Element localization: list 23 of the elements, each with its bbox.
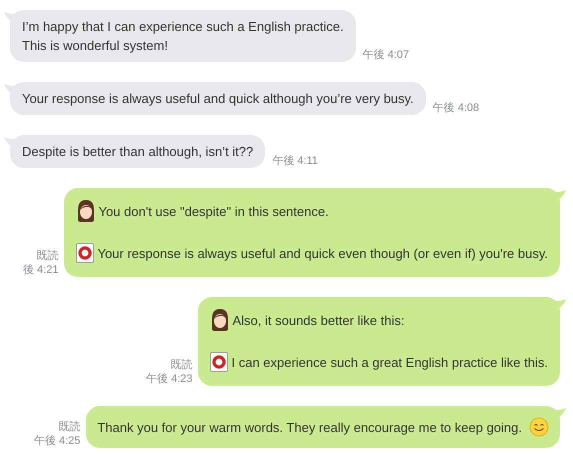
message-text: This is wonderful system! <box>22 38 168 53</box>
message-text: You don't use "despite" in this sentence. <box>98 202 329 220</box>
circle-mark-icon <box>210 352 228 372</box>
message-time: 午後 4:08 <box>432 101 480 115</box>
message-text: I can experience such a great English practice like this. <box>231 354 548 372</box>
message-time: 後 4:21 <box>23 263 58 277</box>
circle-mark-icon <box>76 243 94 263</box>
message-time: 午後 4:07 <box>362 48 410 62</box>
message-text: Your response is always useful and quick although you’re very busy. <box>22 91 414 106</box>
message-text: Your response is always useful and quick even though (or even if) you're busy. <box>97 244 548 262</box>
read-receipt: 既読 <box>36 249 58 263</box>
read-receipt: 既読 <box>58 420 80 434</box>
message-text: Thank you for your warm words. They really encourage me to keep going. <box>97 418 522 436</box>
message-time: 午後 4:11 <box>272 154 318 168</box>
woman-avatar-icon <box>210 308 230 332</box>
message-text: I’m happy that I can experience such a English practice. <box>22 19 344 34</box>
message-time: 午後 4:25 <box>34 434 80 448</box>
message-time: 午後 4:23 <box>146 372 192 386</box>
smiley-icon <box>529 417 549 437</box>
message-text: Also, it sounds better like this: <box>232 312 404 330</box>
woman-avatar-icon <box>76 199 96 223</box>
read-receipt: 既読 <box>170 358 192 372</box>
message-text: Despite is better than although, isn’t it?? <box>22 144 254 159</box>
